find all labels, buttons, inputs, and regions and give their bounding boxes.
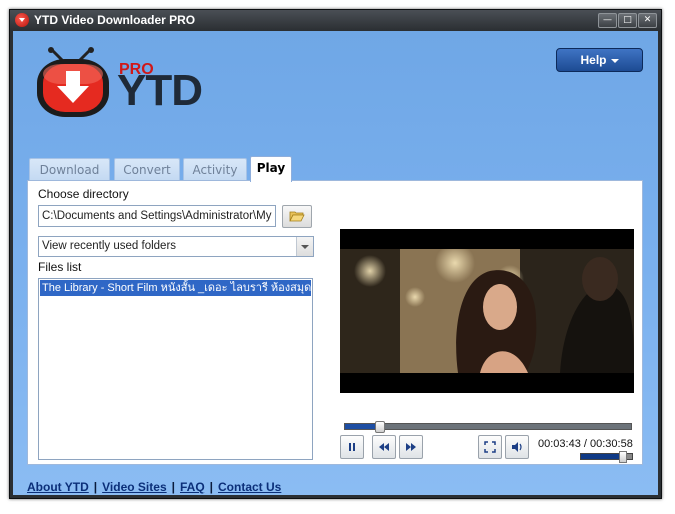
footer-separator: | (171, 480, 175, 494)
choose-directory-label: Choose directory (38, 187, 129, 201)
faq-link[interactable]: FAQ (180, 480, 205, 494)
list-item[interactable]: The Library - Short Film หนังสั้น _เดอะ … (40, 280, 311, 296)
seek-slider[interactable] (344, 421, 632, 433)
recent-folders-select[interactable]: View recently used folders (38, 236, 314, 257)
recent-folders-value: View recently used folders (42, 240, 177, 252)
help-button[interactable]: Help (556, 48, 643, 72)
rewind-icon (379, 443, 389, 451)
about-ytd-link[interactable]: About YTD (27, 480, 89, 494)
main-content: PRO YTD Help Download Convert Activity P… (13, 31, 658, 495)
footer-separator: | (93, 480, 98, 494)
files-list[interactable]: The Library - Short Film หนังสั้น _เดอะ … (38, 278, 313, 460)
pause-button[interactable] (340, 435, 364, 459)
footer-separator: | (209, 480, 214, 494)
pause-icon (349, 443, 355, 451)
close-button[interactable]: ✕ (638, 13, 657, 28)
fast-forward-button[interactable] (399, 435, 423, 459)
video-sites-link[interactable]: Video Sites (102, 480, 166, 494)
footer-links: About YTD | Video Sites | FAQ | Contact Us (27, 480, 281, 494)
seek-handle[interactable] (375, 421, 386, 433)
ytd-app-icon (15, 13, 29, 27)
play-panel: Choose directory C:\Documents and Settin… (27, 180, 643, 465)
time-display: 00:03:43 / 00:30:58 (538, 438, 633, 450)
directory-field[interactable]: C:\Documents and Settings\Administrator\… (38, 205, 276, 227)
volume-handle[interactable] (618, 451, 627, 463)
window-title: YTD Video Downloader PRO (34, 13, 196, 27)
folder-open-icon (289, 211, 305, 222)
tab-download[interactable]: Download (29, 158, 110, 181)
video-still-image (340, 249, 634, 373)
tab-activity[interactable]: Activity (183, 158, 247, 181)
contact-us-link[interactable]: Contact Us (218, 480, 281, 494)
seek-progress-fill (345, 424, 380, 429)
volume-slider[interactable] (580, 451, 633, 463)
tab-convert[interactable]: Convert (114, 158, 180, 181)
logo-wordmark: YTD (117, 66, 203, 115)
minimize-button[interactable]: — (598, 13, 617, 28)
volume-button[interactable] (505, 435, 529, 459)
browse-folder-button[interactable] (282, 205, 312, 228)
speaker-icon (512, 442, 522, 452)
app-window: YTD Video Downloader PRO — □ ✕ PRO YTD H… (9, 9, 662, 499)
tab-play[interactable]: Play (250, 156, 292, 182)
rewind-button[interactable] (372, 435, 396, 459)
video-frame (340, 249, 634, 373)
fast-forward-icon (406, 443, 416, 451)
title-bar[interactable]: YTD Video Downloader PRO — □ ✕ (10, 10, 661, 30)
fullscreen-button[interactable] (478, 435, 502, 459)
volume-level-fill (581, 454, 622, 459)
ytd-logo-icon (37, 47, 109, 117)
files-list-label: Files list (38, 260, 82, 274)
dropdown-arrow-icon[interactable] (296, 237, 313, 256)
chevron-down-icon (610, 58, 619, 63)
maximize-button[interactable]: □ (618, 13, 637, 28)
video-player[interactable] (340, 229, 634, 393)
help-button-label: Help (580, 53, 607, 67)
fullscreen-icon (484, 441, 496, 453)
